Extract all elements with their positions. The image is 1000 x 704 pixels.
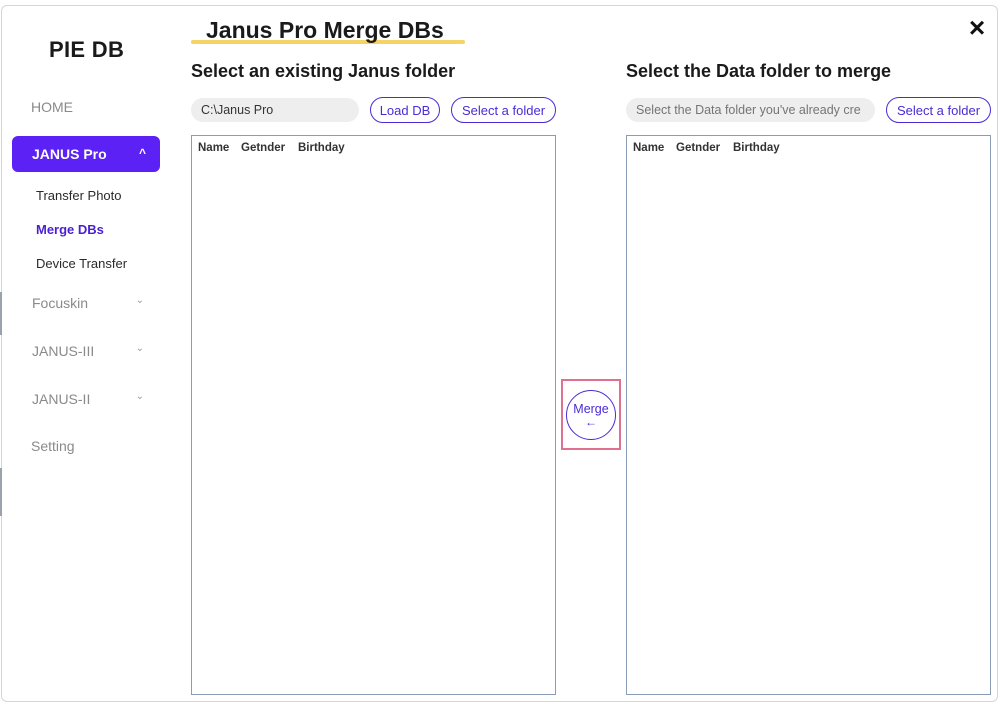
- nav-setting[interactable]: Setting: [31, 438, 75, 454]
- column-header-birthday: Birthday: [733, 142, 780, 154]
- janus-folder-path-field[interactable]: [191, 98, 359, 122]
- nav-group-label: JANUS-II: [32, 391, 91, 407]
- column-header-name: Name: [198, 142, 230, 154]
- nav-group-janus-ii[interactable]: JANUS-II ⌄: [32, 391, 150, 407]
- chevron-down-icon: ⌄: [135, 343, 144, 354]
- right-panel-heading: Select the Data folder to merge: [626, 61, 892, 81]
- window-edge-mark: [0, 292, 2, 335]
- close-icon[interactable]: ×: [963, 14, 991, 42]
- window-edge-mark: [0, 468, 2, 516]
- nav-group-label: JANUS Pro: [32, 146, 107, 162]
- chevron-down-icon: ⌄: [135, 391, 144, 402]
- nav-group-janus-iii[interactable]: JANUS-III ⌄: [32, 343, 150, 359]
- select-janus-folder-button[interactable]: Select a folder: [451, 97, 556, 123]
- janus-records-table[interactable]: Name Getnder Birthday: [191, 135, 556, 695]
- chevron-up-icon: ^: [138, 146, 146, 160]
- nav-group-focuskin[interactable]: Focuskin ⌄: [32, 295, 150, 311]
- column-header-gender: Getnder: [241, 142, 286, 154]
- nav-group-label: Focuskin: [32, 295, 89, 311]
- data-folder-path-field[interactable]: [626, 98, 875, 122]
- data-records-table[interactable]: Name Getnder Birthday: [626, 135, 991, 695]
- column-header-gender: Getnder: [676, 142, 721, 154]
- nav-home[interactable]: HOME: [31, 99, 73, 115]
- sub-item-device-transfer[interactable]: Device Transfer: [36, 256, 127, 271]
- arrow-left-icon: ←: [585, 415, 597, 429]
- nav-group-label: JANUS-III: [32, 343, 95, 359]
- table-header: Name Getnder Birthday: [198, 142, 345, 154]
- column-header-birthday: Birthday: [298, 142, 345, 154]
- load-db-button[interactable]: Load DB: [370, 97, 440, 123]
- select-data-folder-button[interactable]: Select a folder: [886, 97, 991, 123]
- sub-item-merge-dbs[interactable]: Merge DBs: [36, 222, 104, 237]
- chevron-down-icon: ⌄: [135, 295, 144, 306]
- page-title: Janus Pro Merge DBs: [206, 17, 444, 43]
- table-header: Name Getnder Birthday: [633, 142, 780, 154]
- column-header-name: Name: [633, 142, 665, 154]
- left-panel-heading: Select an existing Janus folder: [191, 61, 456, 81]
- app-title: PIE DB: [49, 37, 125, 62]
- sub-item-transfer-photo[interactable]: Transfer Photo: [36, 188, 122, 203]
- merge-button[interactable]: Merge ←: [566, 390, 616, 440]
- merge-label: Merge: [573, 402, 609, 416]
- nav-group-janus-pro[interactable]: JANUS Pro ^: [12, 136, 160, 172]
